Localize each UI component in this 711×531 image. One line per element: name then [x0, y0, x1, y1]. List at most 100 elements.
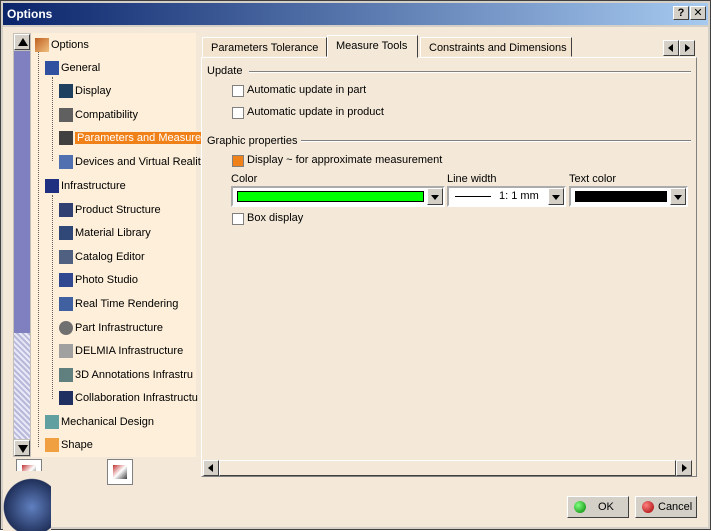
rendering-icon — [59, 297, 73, 312]
approx-measurement-label: Display ~ for approximate measurement — [247, 154, 443, 166]
tree-item-collaboration[interactable]: Collaboration Infrastructu — [59, 389, 198, 407]
tab-scroll-right[interactable] — [679, 40, 695, 56]
line-width-dropdown-arrow[interactable] — [548, 188, 564, 205]
color-swatch — [237, 191, 424, 202]
tree-item-3d-annotations[interactable]: 3D Annotations Infrastru — [59, 366, 193, 384]
chevron-down-icon — [552, 195, 560, 200]
update-group-title: Update — [207, 65, 243, 77]
auto-update-part-label: Automatic update in part — [247, 84, 367, 96]
close-icon: ✕ — [693, 7, 703, 19]
compatibility-icon — [59, 108, 73, 123]
product-structure-icon — [59, 203, 73, 218]
tree-line — [52, 77, 53, 161]
tab-constraints-dimensions[interactable]: Constraints and Dimensions — [420, 37, 572, 57]
approx-measurement-checkbox[interactable] — [232, 155, 244, 167]
tree-root[interactable]: Options — [35, 36, 89, 54]
arrow-left-icon — [668, 44, 673, 52]
tree-item-compatibility[interactable]: Compatibility — [59, 106, 138, 124]
close-button[interactable]: ✕ — [690, 6, 706, 20]
parameters-measure-icon — [59, 131, 73, 146]
delmia-icon — [59, 344, 73, 359]
color-label: Color — [231, 173, 258, 185]
tools-options-button[interactable] — [107, 459, 133, 485]
part-infrastructure-icon — [59, 321, 73, 336]
tab-scroll-left[interactable] — [663, 40, 679, 56]
text-color-label: Text color — [569, 173, 617, 185]
tree-item-shape[interactable]: Shape — [45, 436, 93, 454]
scroll-track[interactable] — [14, 333, 30, 439]
tree-item-display[interactable]: Display — [59, 82, 111, 100]
tools-options-icon — [113, 465, 127, 479]
line-width-select[interactable]: 1: 1 mm — [447, 186, 566, 207]
tree-item-infrastructure[interactable]: Infrastructure — [45, 177, 126, 195]
title-bar[interactable]: Options ? ✕ — [3, 3, 708, 25]
ok-green-icon — [574, 501, 586, 513]
tab-measure-tools[interactable]: Measure Tools — [327, 35, 418, 58]
tree-item-real-time-rendering[interactable]: Real Time Rendering — [59, 295, 178, 313]
tree-item-product-structure[interactable]: Product Structure — [59, 201, 161, 219]
window-title: Options — [7, 7, 53, 21]
devices-vr-icon — [59, 155, 73, 170]
material-library-icon — [59, 226, 73, 241]
general-icon — [45, 61, 59, 76]
tree-item-catalog-editor[interactable]: Catalog Editor — [59, 248, 145, 266]
graphic-group-title: Graphic properties — [207, 135, 298, 147]
graphic-group-line — [301, 140, 691, 142]
tree-item-parameters-measure[interactable]: Parameters and Measure — [59, 129, 204, 147]
arrow-up-icon — [18, 38, 28, 46]
tree-item-delmia-infrastructure[interactable]: DELMIA Infrastructure — [59, 342, 183, 360]
options-root-icon — [35, 38, 49, 53]
chevron-down-icon — [431, 195, 439, 200]
color-select[interactable] — [231, 186, 445, 207]
tree-item-photo-studio[interactable]: Photo Studio — [59, 271, 138, 289]
infrastructure-icon — [45, 179, 59, 194]
arrow-down-icon — [18, 445, 28, 453]
line-width-label: Line width — [447, 173, 497, 185]
cancel-button[interactable]: Cancel — [635, 496, 697, 518]
line-sample-icon — [455, 196, 491, 197]
cancel-red-icon — [642, 501, 654, 513]
mechanical-design-icon — [45, 415, 59, 430]
text-color-dropdown-arrow[interactable] — [670, 188, 686, 205]
update-group-line — [249, 71, 691, 73]
chevron-down-icon — [674, 195, 682, 200]
help-icon: ? — [677, 7, 685, 19]
tree-line — [38, 51, 39, 447]
text-color-swatch — [575, 191, 667, 202]
hscroll-right-button[interactable] — [676, 460, 692, 476]
shape-icon — [45, 438, 59, 453]
tree-item-material-library[interactable]: Material Library — [59, 224, 151, 242]
tree-item-mechanical-design[interactable]: Mechanical Design — [45, 413, 154, 431]
arrow-right-icon — [682, 464, 687, 472]
scroll-down-button[interactable] — [14, 440, 30, 456]
tab-panel — [201, 57, 697, 477]
arrow-left-icon — [208, 464, 213, 472]
tree-item-part-infrastructure[interactable]: Part Infrastructure — [59, 319, 163, 337]
auto-update-product-label: Automatic update in product — [247, 106, 384, 118]
scroll-thumb[interactable] — [14, 51, 30, 333]
ok-button[interactable]: OK — [567, 496, 629, 518]
auto-update-part-checkbox[interactable] — [232, 85, 244, 97]
color-dropdown-arrow[interactable] — [427, 188, 443, 205]
help-button[interactable]: ? — [673, 6, 689, 20]
hscroll-left-button[interactable] — [203, 460, 219, 476]
tree-item-devices-vr[interactable]: Devices and Virtual Realit — [59, 153, 201, 171]
box-display-checkbox[interactable] — [232, 213, 244, 225]
panel-horizontal-scrollbar[interactable] — [203, 460, 692, 476]
hscroll-thumb[interactable] — [219, 460, 676, 476]
collaboration-icon — [59, 391, 73, 406]
options-window: Options ? ✕ Options General Display Comp… — [0, 0, 711, 531]
tab-parameters-tolerance[interactable]: Parameters Tolerance — [202, 37, 327, 57]
box-display-label: Box display — [247, 212, 304, 224]
tree-item-general[interactable]: General — [45, 59, 100, 77]
annotations-icon — [59, 368, 73, 383]
tree-line — [52, 195, 53, 399]
globe-logo — [3, 471, 51, 531]
text-color-select[interactable] — [569, 186, 688, 207]
catalog-editor-icon — [59, 250, 73, 265]
tree-vertical-scrollbar[interactable] — [13, 33, 31, 457]
scroll-up-button[interactable] — [14, 34, 30, 50]
line-width-value: 1: 1 mm — [499, 190, 539, 202]
arrow-right-icon — [685, 44, 690, 52]
auto-update-product-checkbox[interactable] — [232, 107, 244, 119]
